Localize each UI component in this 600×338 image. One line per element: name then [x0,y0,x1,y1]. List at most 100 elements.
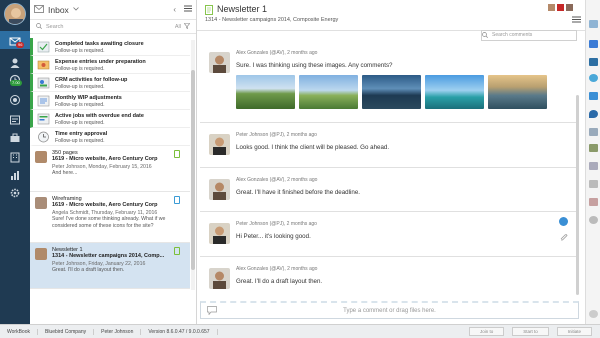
document-icon[interactable] [589,162,598,170]
item-title: Expense entries under preparation [55,59,146,65]
briefcase-icon[interactable] [7,131,23,144]
attached-image[interactable] [488,75,547,109]
jobs-icon[interactable] [7,113,23,126]
comment-author: Peter Johnson (@PJ), 2 months ago [236,221,317,227]
list-item[interactable]: Active jobs with overdue end date Follow… [30,110,190,128]
item-title: Monthly WIP adjustments [55,95,122,101]
expense-icon [37,59,50,71]
message-preview: Sure! I've done some thinking already. W… [52,216,166,229]
checklist-icon[interactable] [589,40,598,48]
inbox-pane: Inbox ‹ Search All Completed tasks await… [30,0,197,324]
palette-icon[interactable] [589,198,598,206]
document-icon [205,5,213,17]
menu-icon[interactable] [572,16,581,25]
tag-icon[interactable] [589,128,598,136]
settings-gear-icon[interactable] [7,186,23,199]
sender-avatar [35,248,47,260]
avatar[interactable] [548,4,555,11]
collapse-chevron-icon[interactable]: ‹ [173,5,176,14]
attached-image[interactable] [299,75,358,109]
comment-post: Peter Johnson (@PJ), 2 months ago Looks … [200,123,578,168]
speech-bubble-icon [207,306,217,317]
attached-image[interactable] [425,75,484,109]
avatar[interactable] [566,4,573,11]
grid-icon[interactable] [589,180,598,188]
item-title: CRM activities for follow-up [55,77,128,83]
comment-author: Alex Gonzales (@AV), 2 months ago [236,177,318,183]
comment-post: Alex Gonzales (@AV), 2 months ago Great.… [200,168,578,212]
list-item[interactable]: Expense entries under preparation Follow… [30,56,190,74]
globe-icon[interactable] [589,74,598,82]
status-app-name: WorkBook [0,328,38,335]
message-preview: Great. I'll do a draft layout then. [52,267,125,273]
avatar[interactable] [557,4,564,11]
comment-text: Hi Peter... it's looking good. [236,233,311,240]
filter-dropdown[interactable]: All [175,24,181,30]
follow-flag-icon[interactable] [174,196,180,204]
chevron-down-icon[interactable] [73,6,79,13]
list-item[interactable]: Completed tasks awaiting closure Follow-… [30,38,190,56]
message-item[interactable]: 350 pages 1619 - Micro website, Aero Cen… [30,146,190,192]
comment-author: Alex Gonzales (@AV), 2 months ago [236,50,318,56]
status-actions: Join to Start to Initiate [468,327,592,336]
user-avatar[interactable] [4,3,26,25]
attachment-clip-icon[interactable] [559,233,568,244]
message-item[interactable]: Wireframing 1619 - Micro website, Aero C… [30,192,190,243]
message-item-selected[interactable]: Newsletter 1 1314 - Newsletter campaigns… [30,243,190,289]
printer-icon[interactable] [589,58,598,66]
list-item[interactable]: Monthly WIP adjustments Follow-up is req… [30,92,190,110]
inbox-list: Completed tasks awaiting closure Follow-… [30,38,190,324]
item-title: Active jobs with overdue end date [55,113,144,119]
attached-image[interactable] [362,75,421,109]
follow-flag-icon[interactable] [174,247,180,255]
search-icon [482,32,488,40]
follow-flag-icon[interactable] [174,150,180,158]
item-subtitle: Follow-up is required. [55,102,105,108]
item-subtitle: Follow-up is required. [55,84,105,90]
right-tool-rail [585,0,600,324]
list-item[interactable]: Time entry approval Follow-up is require… [30,128,190,146]
inbox-scrollbar[interactable] [191,40,195,290]
conversation-pane: Newsletter 1 1314 - Newsletter campaigns… [197,0,585,324]
attached-image[interactable] [236,75,295,109]
comment-search-input[interactable]: Search comments [481,30,577,41]
status-button[interactable]: Join to [468,327,505,336]
user-icon[interactable] [7,56,23,69]
item-title: Completed tasks awaiting closure [55,41,144,47]
message-preview: And here... [52,170,78,176]
inbox-search-input[interactable]: Search [46,24,63,30]
author-avatar [209,179,230,200]
target-icon[interactable] [7,93,23,106]
building-icon[interactable] [7,150,23,163]
comment-text: Great. I'll do a draft layout then. [236,278,323,285]
mail-icon[interactable] [589,20,598,28]
reports-icon[interactable] [7,168,23,181]
thread-scrollbar[interactable] [576,95,579,295]
edit-icon[interactable] [589,144,598,152]
status-user[interactable]: Peter Johnson [94,328,142,335]
list-item[interactable]: CRM activities for follow-up Follow-up i… [30,74,190,92]
task-check-icon [37,41,50,53]
comment-post: Alex Gonzales (@AV), 2 months ago Sure. … [200,41,578,123]
composer-placeholder: Type a comment or drag files here. [343,307,436,314]
mail-icon [34,4,44,15]
item-subtitle: Follow-up is required. [55,120,105,126]
conversation-title: Newsletter 1 [217,4,268,14]
location-pin-icon[interactable] [589,110,598,118]
time-approval-icon [37,131,50,143]
comment-author: Alex Gonzales (@AV), 2 months ago [236,266,318,272]
filter-icon[interactable] [183,22,191,31]
message-project: 1314 - Newsletter campaigns 2014, Comp..… [52,253,165,259]
comment-composer[interactable]: Type a comment or drag files here. [200,301,579,319]
close-icon[interactable] [589,310,598,318]
message-project: 1619 - Micro website, Aero Century Corp [52,156,158,162]
globe-icon[interactable] [559,217,568,226]
history-icon[interactable] [589,216,598,224]
status-button[interactable]: Initiate [556,327,592,336]
overdue-jobs-icon [37,113,50,125]
status-company[interactable]: Bluebird Company [38,328,95,335]
status-button[interactable]: Start to [512,327,549,336]
author-avatar [209,134,230,155]
help-icon[interactable] [589,92,598,100]
menu-icon[interactable] [184,5,192,14]
